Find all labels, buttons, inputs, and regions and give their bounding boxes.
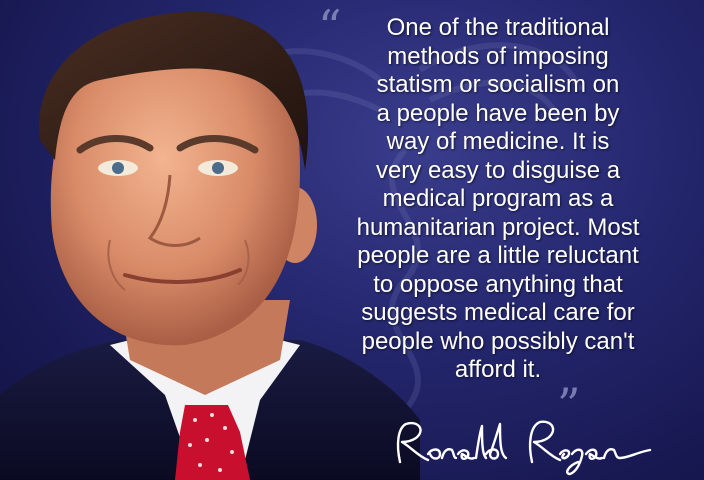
quote-poster: “ One of the traditional methods of impo… [0,0,704,480]
signature-ronald-reagan [396,420,652,476]
quote-text: One of the traditional methods of imposi… [356,14,640,383]
